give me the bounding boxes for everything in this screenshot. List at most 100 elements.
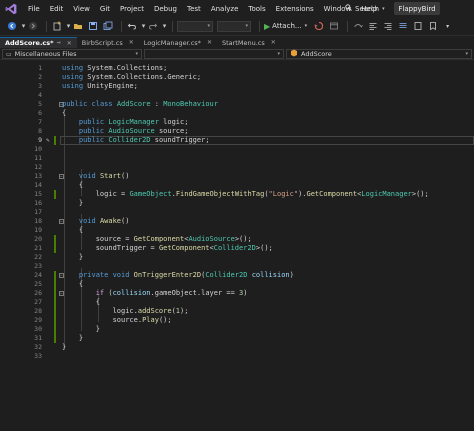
line-number: 2	[38, 73, 42, 81]
code-line[interactable]: 11	[0, 154, 474, 163]
pencil-icon[interactable]: ✎	[46, 136, 53, 145]
tab-addscore-cs[interactable]: AddScore.cs* ⊸ ✕	[0, 37, 77, 48]
code-line[interactable]: 15 logic = GameObject.FindGameObjectWith…	[0, 190, 474, 199]
code-line[interactable]: 2 using System.Collections.Generic;	[0, 73, 474, 82]
browser-link-icon[interactable]	[328, 21, 339, 32]
chevron-down-icon[interactable]: ▾	[141, 21, 146, 32]
comment-icon[interactable]	[397, 21, 408, 32]
line-number: 6	[38, 109, 42, 117]
chevron-down-icon: ▾	[382, 5, 385, 12]
close-icon[interactable]: ✕	[129, 39, 134, 46]
menu-item-view[interactable]: View	[68, 5, 95, 13]
menu-item-debug[interactable]: Debug	[149, 5, 182, 13]
change-marker	[54, 334, 56, 343]
code-line[interactable]: 30 }	[0, 325, 474, 334]
menu-item-edit[interactable]: Edit	[45, 5, 69, 13]
code-line[interactable]: 31 }	[0, 334, 474, 343]
code-token: AudioSource	[188, 235, 235, 243]
menu-item-git[interactable]: Git	[95, 5, 115, 13]
redo-icon[interactable]	[147, 21, 158, 32]
code-line[interactable]: 9 ✎ public Collider2D soundTrigger;	[0, 136, 474, 145]
code-token: System.Collections;	[83, 64, 168, 72]
code-token: using	[62, 73, 84, 81]
tab-startmenu-cs[interactable]: StartMenu.cs ✕	[217, 37, 281, 48]
type-dropdown[interactable]: ▾	[144, 49, 284, 59]
code-line[interactable]: 20 source = GetComponent<AudioSource>();	[0, 235, 474, 244]
code-line[interactable]: 33	[0, 352, 474, 361]
code-line[interactable]: 8 public AudioSource source;	[0, 127, 474, 136]
code-line[interactable]: 12	[0, 163, 474, 172]
menu-item-test[interactable]: Test	[182, 5, 206, 13]
chevron-down-icon[interactable]: ▾	[66, 21, 71, 32]
forward-icon[interactable]	[27, 21, 38, 32]
code-line[interactable]: 29 source.Play();	[0, 316, 474, 325]
platform-dropdown[interactable]: ▾	[217, 20, 251, 32]
align-left-icon[interactable]	[367, 21, 378, 32]
code-line[interactable]: 14 {	[0, 181, 474, 190]
code-line[interactable]: 25 {	[0, 280, 474, 289]
code-line[interactable]: 27 {	[0, 298, 474, 307]
menu-item-tools[interactable]: Tools	[243, 5, 270, 13]
code-line[interactable]: 22 }	[0, 253, 474, 262]
code-token: addScore	[137, 307, 172, 315]
save-all-icon[interactable]	[102, 21, 113, 32]
member-label: AddScore	[301, 50, 332, 58]
code-line[interactable]: 32}	[0, 343, 474, 352]
code-line[interactable]: 16 }	[0, 199, 474, 208]
code-line[interactable]: 19 {	[0, 226, 474, 235]
code-line[interactable]: 5− public class AddScore : MonoBehaviour	[0, 100, 474, 109]
visual-studio-logo-icon[interactable]	[2, 0, 19, 17]
hot-reload-icon[interactable]	[313, 21, 324, 32]
toolbar-separator	[46, 20, 47, 32]
code-line[interactable]: 6{	[0, 109, 474, 118]
code-line[interactable]: 1 using System.Collections;	[0, 64, 474, 73]
back-icon[interactable]	[6, 21, 17, 32]
code-line[interactable]: 24− private void OnTriggerEnter2D(Collid…	[0, 271, 474, 280]
code-line[interactable]: 26− if (collision.gameObject.layer == 3)	[0, 289, 474, 298]
solution-name[interactable]: FlappyBird	[394, 2, 440, 15]
save-icon[interactable]	[87, 21, 98, 32]
menu-bar: File Edit View Git Project Debug Test Analyze To…	[0, 0, 474, 17]
close-icon[interactable]: ✕	[271, 39, 276, 46]
chevron-down-icon[interactable]: ▾	[162, 21, 167, 32]
close-icon[interactable]: ✕	[207, 39, 212, 46]
configuration-dropdown[interactable]: ▾	[177, 20, 213, 32]
tab-logicmanager-cs[interactable]: LogicManager.cs* ✕	[139, 37, 217, 48]
code-line[interactable]: 10	[0, 145, 474, 154]
step-over-icon[interactable]	[352, 21, 363, 32]
close-icon[interactable]: ✕	[67, 40, 72, 47]
bookmark-icon[interactable]	[427, 21, 438, 32]
project-dropdown[interactable]: ▭ Miscellaneous Files ▾	[2, 49, 142, 59]
code-token: OnTriggerEnter2D	[133, 271, 202, 279]
code-line[interactable]: 17	[0, 208, 474, 217]
code-token: {	[62, 109, 67, 117]
uncomment-icon[interactable]	[412, 21, 423, 32]
search-box[interactable]: Search ▾	[345, 3, 385, 14]
code-editor[interactable]: 1 using System.Collections; 2 using System.…	[0, 61, 474, 431]
menu-items: File Edit View Git Project Debug Test Analyze To…	[23, 5, 382, 13]
code-line[interactable]: 18− void Awake()	[0, 217, 474, 226]
menu-item-project[interactable]: Project	[115, 5, 149, 13]
code-line[interactable]: 21 soundTrigger = GetComponent<Collider2…	[0, 244, 474, 253]
code-line[interactable]: 4	[0, 91, 474, 100]
pin-icon[interactable]: ⊸	[57, 40, 61, 46]
menu-item-file[interactable]: File	[23, 5, 45, 13]
tab-birbscript-cs[interactable]: BirbScript.cs ✕	[77, 37, 139, 48]
menu-item-extensions[interactable]: Extensions	[271, 5, 319, 13]
new-item-icon[interactable]	[51, 21, 62, 32]
undo-icon[interactable]	[126, 21, 137, 32]
code-line[interactable]: 23	[0, 262, 474, 271]
code-line[interactable]: 28 logic.addScore(1);	[0, 307, 474, 316]
code-line[interactable]: 7 public LogicManager logic;	[0, 118, 474, 127]
attach-button[interactable]: ▶ Attach... ▾	[264, 22, 307, 31]
member-dropdown[interactable]: AddScore ▾	[286, 49, 472, 59]
line-number: 28	[34, 307, 42, 315]
menu-item-analyze[interactable]: Analyze	[206, 5, 244, 13]
code-line[interactable]: 13− void Start()	[0, 172, 474, 181]
open-file-icon[interactable]	[72, 21, 83, 32]
more-icon[interactable]: ▾	[442, 21, 453, 32]
align-right-icon[interactable]	[382, 21, 393, 32]
chevron-down-icon[interactable]: ▾	[21, 21, 26, 32]
code-line[interactable]: 3 using UnityEngine;	[0, 82, 474, 91]
